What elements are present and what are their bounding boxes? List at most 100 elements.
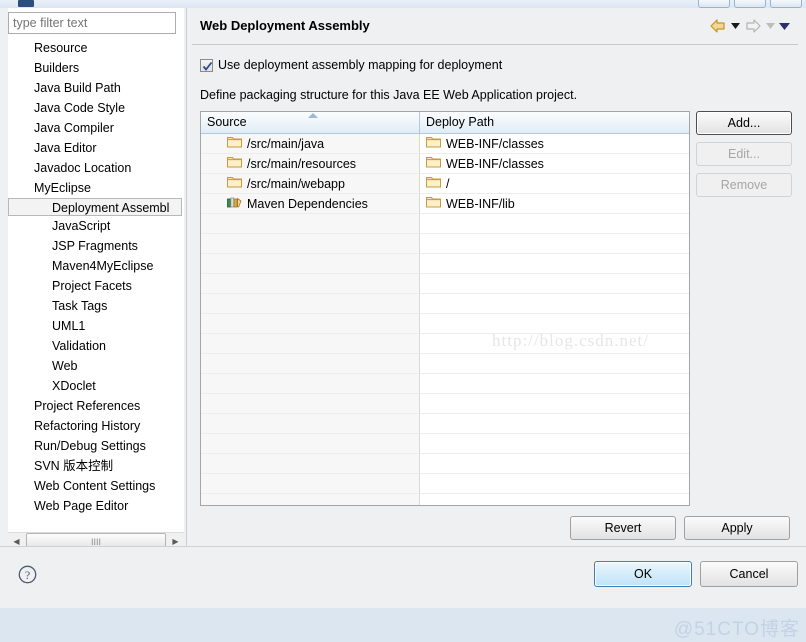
svg-text:?: ? (25, 568, 30, 582)
cell-source (201, 394, 420, 414)
library-icon (227, 194, 242, 213)
cell-deploy-path (420, 354, 689, 374)
help-icon[interactable]: ? (18, 565, 37, 587)
desktop-strip: @51CTO博客 (0, 608, 806, 642)
preference-page: Web Deployment Assembly Use deployment a… (192, 8, 806, 553)
sidebar-item-java-editor[interactable]: Java Editor (8, 138, 184, 158)
cell-source (201, 334, 420, 354)
sidebar-item-javadoc-location[interactable]: Javadoc Location (8, 158, 184, 178)
sidebar-item-javascript[interactable]: JavaScript (8, 216, 184, 236)
sidebar-item-jsp-fragments[interactable]: JSP Fragments (8, 236, 184, 256)
table-empty-row (201, 414, 689, 434)
cell-source-label: /src/main/resources (247, 156, 357, 171)
column-header-source[interactable]: Source (201, 112, 420, 133)
cell-deploy-path (420, 314, 689, 334)
sidebar-item-deployment-assembl[interactable]: Deployment Assembl (8, 198, 182, 216)
pane-divider[interactable] (186, 8, 187, 556)
folder-icon (227, 174, 242, 193)
folder-icon (426, 194, 441, 213)
edit-button: Edit... (696, 142, 792, 166)
checkbox-icon[interactable] (200, 58, 213, 72)
page-description: Define packaging structure for this Java… (200, 88, 578, 102)
table-row[interactable]: /src/main/webapp / (201, 174, 689, 194)
cell-deploy-path (420, 374, 689, 394)
cell-deploy-path[interactable]: WEB-INF/lib (420, 194, 689, 214)
preferences-dialog: ResourceBuildersJava Build PathJava Code… (0, 0, 806, 642)
sidebar-item-web-page-editor[interactable]: Web Page Editor (8, 496, 184, 516)
sidebar-item-web-content-settings[interactable]: Web Content Settings (8, 476, 184, 496)
page-title: Web Deployment Assembly (200, 18, 370, 33)
cell-deploy-path[interactable]: / (420, 174, 689, 194)
sidebar-item-java-build-path[interactable]: Java Build Path (8, 78, 184, 98)
cell-source (201, 474, 420, 494)
sidebar-item-uml1[interactable]: UML1 (8, 316, 184, 336)
cell-deploy-path[interactable]: WEB-INF/classes (420, 154, 689, 174)
sidebar-item-myeclipse[interactable]: MyEclipse (8, 178, 184, 198)
sidebar-item-project-references[interactable]: Project References (8, 396, 184, 416)
close-button[interactable] (770, 0, 802, 8)
cell-source (201, 234, 420, 254)
cancel-button[interactable]: Cancel (700, 561, 798, 587)
cell-deploy-path (420, 294, 689, 314)
sidebar-item-builders[interactable]: Builders (8, 58, 184, 78)
deployment-assembly-table[interactable]: Source Deploy Path /src/main/java WEB-INF… (200, 111, 690, 506)
table-empty-row (201, 354, 689, 374)
table-row[interactable]: Maven Dependencies WEB-INF/lib (201, 194, 689, 214)
sidebar-item-validation[interactable]: Validation (8, 336, 184, 356)
sidebar-item-java-compiler[interactable]: Java Compiler (8, 118, 184, 138)
revert-button[interactable]: Revert (570, 516, 676, 540)
sidebar-item-maven4myeclipse[interactable]: Maven4MyEclipse (8, 256, 184, 276)
filter-box[interactable] (8, 12, 183, 34)
cell-deploy-path (420, 454, 689, 474)
use-deployment-assembly-checkbox-row[interactable]: Use deployment assembly mapping for depl… (200, 58, 502, 72)
view-menu-icon[interactable] (779, 18, 790, 34)
cell-source (201, 494, 420, 505)
table-row[interactable]: /src/main/resources WEB-INF/classes (201, 154, 689, 174)
sidebar-item-svn[interactable]: SVN 版本控制 (8, 456, 184, 476)
dialog-body: ResourceBuildersJava Build PathJava Code… (0, 8, 806, 608)
page-header: Web Deployment Assembly (192, 14, 798, 44)
table-empty-row (201, 274, 689, 294)
preferences-tree[interactable]: Resource Builders Java Build Path Java Code… (8, 38, 184, 528)
checkbox-label: Use deployment assembly mapping for depl… (218, 58, 503, 72)
cell-source (201, 374, 420, 394)
cell-deploy-path (420, 414, 689, 434)
cell-source (201, 314, 420, 334)
table-empty-row (201, 394, 689, 414)
back-dropdown-icon[interactable] (730, 18, 741, 34)
sidebar-item-xdoclet[interactable]: XDoclet (8, 376, 184, 396)
table-row[interactable]: /src/main/java WEB-INF/classes (201, 134, 689, 154)
sidebar-item-java-code-style[interactable]: Java Code Style (8, 98, 184, 118)
sidebar-item-refactoring-history[interactable]: Refactoring History (8, 416, 184, 436)
cell-source[interactable]: Maven Dependencies (201, 194, 420, 214)
table-empty-row (201, 254, 689, 274)
cell-deploy-path (420, 334, 689, 354)
cell-source[interactable]: /src/main/java (201, 134, 420, 154)
table-empty-row (201, 374, 689, 394)
maximize-button[interactable] (734, 0, 766, 8)
sidebar-item-task-tags[interactable]: Task Tags (8, 296, 184, 316)
sidebar-item-run-debug-settings[interactable]: Run/Debug Settings (8, 436, 184, 456)
apply-button[interactable]: Apply (684, 516, 790, 540)
sidebar-item-web[interactable]: Web (8, 356, 184, 376)
ok-button[interactable]: OK (594, 561, 692, 587)
table-body[interactable]: /src/main/java WEB-INF/classes/src/main/r… (201, 134, 689, 505)
cell-source (201, 274, 420, 294)
sidebar-item-resource[interactable]: Resource (8, 38, 184, 58)
table-empty-row (201, 214, 689, 234)
forward-arrow-icon (744, 18, 762, 34)
back-arrow-icon[interactable] (709, 18, 727, 34)
cell-source (201, 214, 420, 234)
add-button[interactable]: Add... (696, 111, 792, 135)
cell-source (201, 354, 420, 374)
cell-source[interactable]: /src/main/webapp (201, 174, 420, 194)
cell-deploy-path[interactable]: WEB-INF/classes (420, 134, 689, 154)
cell-source (201, 414, 420, 434)
search-input[interactable] (9, 13, 183, 33)
minimize-button[interactable] (698, 0, 730, 8)
dialog-footer: ? OK Cancel (0, 547, 806, 600)
cell-deploy-path-label: WEB-INF/lib (446, 196, 515, 211)
sidebar-item-project-facets[interactable]: Project Facets (8, 276, 184, 296)
column-header-deploy-path[interactable]: Deploy Path (420, 112, 689, 133)
cell-source[interactable]: /src/main/resources (201, 154, 420, 174)
